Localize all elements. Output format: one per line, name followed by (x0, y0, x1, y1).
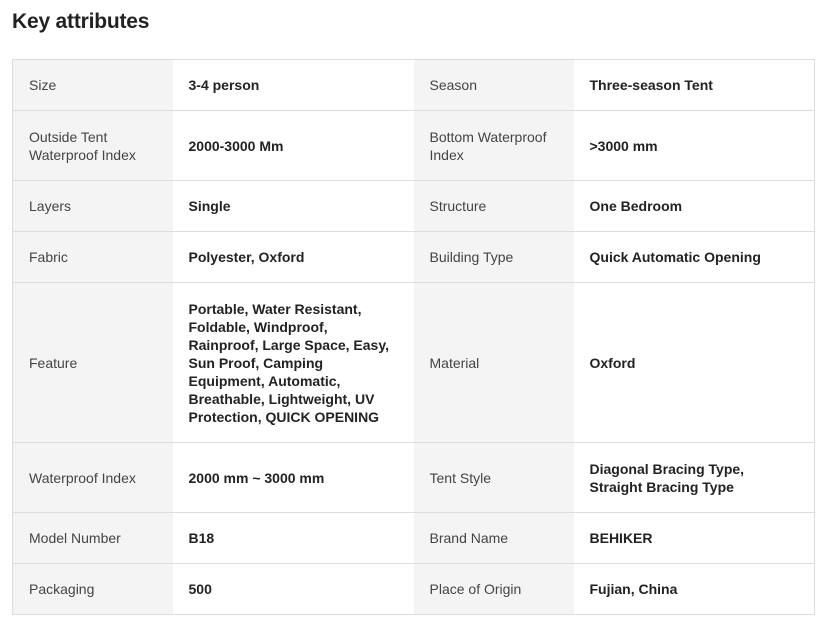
attribute-value: Portable, Water Resistant, Foldable, Win… (172, 282, 414, 443)
attribute-value: 3-4 person (172, 59, 414, 111)
table-row: Feature Portable, Water Resistant, Folda… (12, 282, 815, 443)
attribute-value: B18 (172, 512, 414, 564)
attribute-value: 500 (172, 563, 414, 615)
attribute-key: Outside Tent Waterproof Index (12, 110, 173, 181)
attribute-key: Size (12, 59, 173, 111)
attribute-key: Bottom Waterproof Index (413, 110, 574, 181)
table-row: Outside Tent Waterproof Index 2000-3000 … (12, 110, 815, 181)
attribute-key: Tent Style (413, 442, 574, 513)
attribute-value: BEHIKER (573, 512, 815, 564)
table-row: Fabric Polyester, Oxford Building Type Q… (12, 231, 815, 283)
attribute-value: One Bedroom (573, 180, 815, 232)
table-row: Model Number B18 Brand Name BEHIKER (12, 512, 815, 564)
section-title: Key attributes (12, 10, 150, 33)
attribute-key: Model Number (12, 512, 173, 564)
attribute-key: Fabric (12, 231, 173, 283)
attribute-value: >3000 mm (573, 110, 815, 181)
attribute-value: 2000 mm ~ 3000 mm (172, 442, 414, 513)
table-row: Waterproof Index 2000 mm ~ 3000 mm Tent … (12, 442, 815, 513)
attribute-key: Brand Name (413, 512, 574, 564)
attribute-value: Oxford (573, 282, 815, 443)
attribute-key: Building Type (413, 231, 574, 283)
attribute-key: Structure (413, 180, 574, 232)
table-row: Size 3-4 person Season Three-season Tent (12, 59, 815, 111)
table-row: Layers Single Structure One Bedroom (12, 180, 815, 232)
table-row: Packaging 500 Place of Origin Fujian, Ch… (12, 563, 815, 615)
attribute-value: Fujian, China (573, 563, 815, 615)
attribute-value: Diagonal Bracing Type, Straight Bracing … (573, 442, 815, 513)
attribute-value: Polyester, Oxford (172, 231, 414, 283)
attribute-key: Place of Origin (413, 563, 574, 615)
attribute-key: Feature (12, 282, 173, 443)
attribute-key: Layers (12, 180, 173, 232)
attribute-value: Three-season Tent (573, 59, 815, 111)
attribute-value: 2000-3000 Mm (172, 110, 414, 181)
attribute-key: Packaging (12, 563, 173, 615)
attributes-table: Size 3-4 person Season Three-season Tent… (12, 59, 815, 615)
attribute-key: Season (413, 59, 574, 111)
attribute-key: Material (413, 282, 574, 443)
attribute-value: Quick Automatic Opening (573, 231, 815, 283)
attribute-key: Waterproof Index (12, 442, 173, 513)
attribute-value: Single (172, 180, 414, 232)
